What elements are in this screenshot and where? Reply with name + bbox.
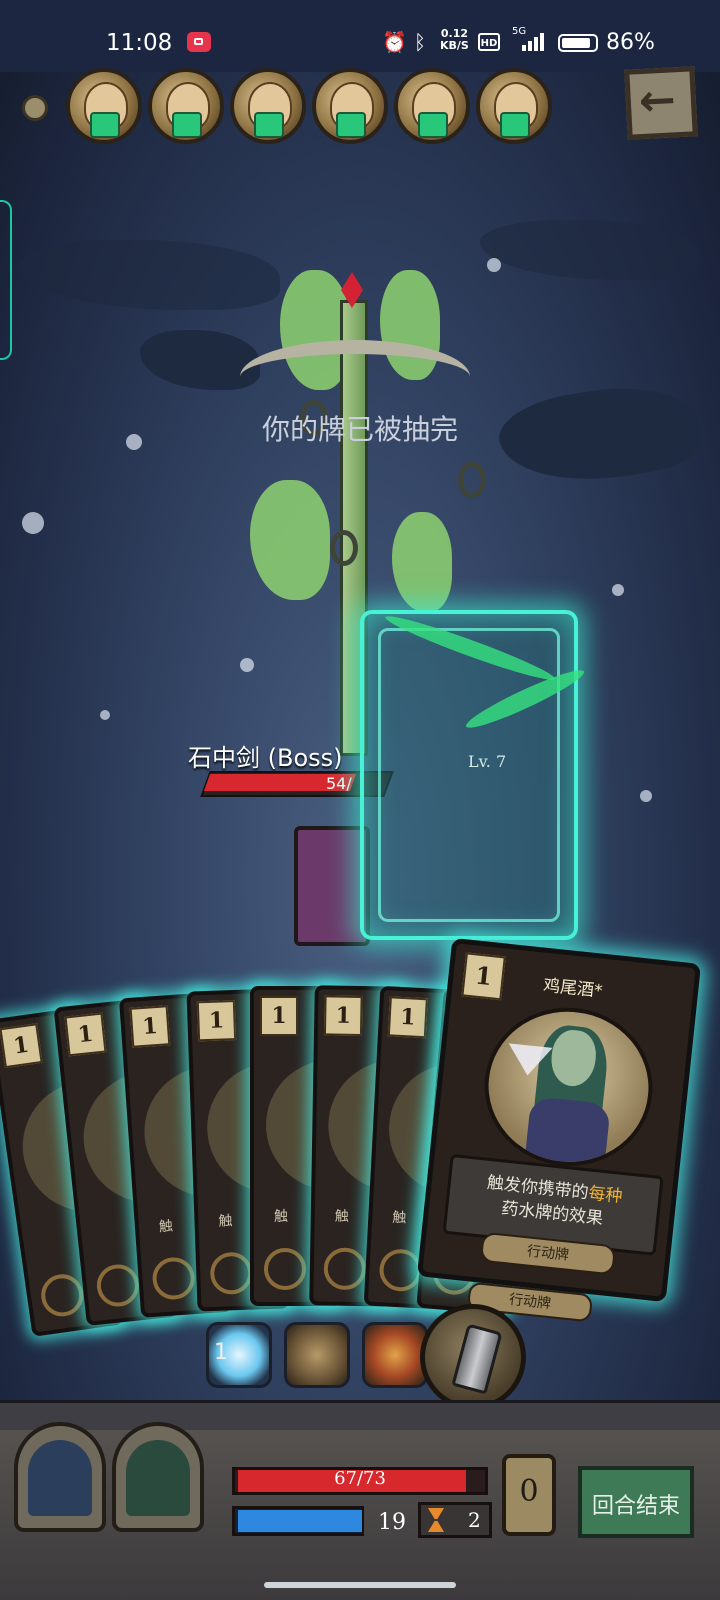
turn-counter-value: 2	[468, 1508, 481, 1532]
player-energy-fill	[238, 1510, 362, 1532]
card-text: 触	[334, 1208, 349, 1225]
snowflake	[640, 790, 652, 802]
battery-percent: 86%	[606, 30, 655, 55]
stone-ledge	[0, 1400, 720, 1433]
snowflake	[22, 512, 44, 534]
status-bar: 11:08 ⏰ ᛒ 0.12 KB/S HD 5G 86%	[0, 0, 720, 72]
card-cost: 1	[387, 996, 428, 1039]
end-turn-button[interactable]: 回合结束	[578, 1466, 694, 1538]
back-button[interactable]: ←	[624, 66, 698, 140]
network-speed: 0.12 KB/S	[440, 27, 469, 52]
boss-card[interactable]	[294, 826, 370, 946]
screen-record-icon	[187, 32, 211, 52]
clock: 11:08	[106, 30, 173, 56]
draw-pile-button[interactable]	[14, 1422, 106, 1532]
card-cocktail[interactable]: 1 鸡尾酒* 触发你携带的每种 药水牌的效果 行动牌	[416, 937, 702, 1303]
card-title: 鸡尾酒*	[542, 975, 604, 1002]
potion-slot-bag[interactable]	[284, 1322, 350, 1388]
relic-potion-mage[interactable]	[312, 68, 388, 144]
card-cost: 1	[0, 1023, 43, 1069]
alarm-icon: ⏰	[382, 30, 407, 54]
card-cost: 1	[129, 1005, 171, 1048]
battery-icon	[558, 34, 598, 52]
swirl-icon	[94, 1262, 141, 1309]
intent-level: Lv. 7	[468, 752, 507, 771]
snowflake	[100, 710, 110, 720]
card-cost: 1	[196, 1000, 237, 1042]
discard-pile-button[interactable]: 0	[502, 1454, 556, 1536]
relic-potion-mage[interactable]	[66, 68, 142, 144]
swirl-icon	[209, 1251, 254, 1296]
swirl-icon	[151, 1256, 197, 1301]
intent-card[interactable]	[360, 610, 578, 940]
card-art	[476, 999, 661, 1175]
snowflake	[487, 258, 501, 272]
boss-name: 石中剑 (Boss)	[188, 744, 343, 772]
boss-hp-text: 54/	[326, 774, 352, 793]
relic-potion-mage[interactable]	[394, 68, 470, 144]
green-flame	[250, 480, 330, 600]
swirl-icon	[323, 1247, 367, 1291]
home-indicator[interactable]	[264, 1582, 456, 1588]
card-cost: 1	[260, 996, 298, 1036]
cocktail-shaker-icon[interactable]	[420, 1304, 526, 1410]
green-flame	[392, 512, 452, 612]
player-energy-value: 19	[378, 1510, 406, 1535]
arrow-left-icon: ←	[637, 74, 678, 128]
rock	[20, 240, 280, 310]
card-description-highlight: 每种	[587, 1183, 624, 1207]
swirl-icon	[38, 1271, 86, 1320]
potion-bag-button[interactable]	[112, 1422, 204, 1532]
swirl-icon	[264, 1248, 306, 1290]
map-dot-icon[interactable]	[22, 95, 48, 121]
hd-icon: HD	[478, 33, 500, 51]
cocktail-glass-icon	[505, 1043, 553, 1078]
turn-counter	[418, 1502, 492, 1538]
relic-potion-mage[interactable]	[148, 68, 224, 144]
potion-slot-fire[interactable]	[362, 1322, 428, 1388]
rock	[480, 220, 700, 280]
bluetooth-icon: ᛒ	[414, 30, 426, 54]
chain-link	[330, 530, 358, 566]
relic-potion-mage[interactable]	[230, 68, 306, 144]
deck-empty-message: 你的牌已被抽完	[261, 413, 458, 446]
card-cost: 1	[64, 1012, 107, 1057]
sword-guard	[240, 340, 470, 414]
card-description: 触发你携带的每种 药水牌的效果	[485, 1172, 624, 1230]
card-text: 触	[158, 1218, 174, 1236]
card-text: 触	[391, 1209, 407, 1227]
card-text: 触	[218, 1213, 233, 1230]
potion-count: 1	[214, 1340, 228, 1365]
swirl-icon	[378, 1248, 423, 1293]
discard-count: 0	[519, 1474, 539, 1509]
relic-potion-mage[interactable]	[476, 68, 552, 144]
end-turn-label: 回合结束	[591, 1494, 680, 1519]
chain-link	[458, 462, 486, 498]
snowflake	[240, 658, 254, 672]
side-panel-handle[interactable]	[0, 200, 12, 360]
player-hp-text: 67/73	[334, 1468, 386, 1489]
card-cost: 1	[323, 995, 363, 1037]
card-text: 触	[274, 1209, 288, 1225]
signal-icon	[522, 32, 546, 51]
snowflake	[612, 584, 624, 596]
